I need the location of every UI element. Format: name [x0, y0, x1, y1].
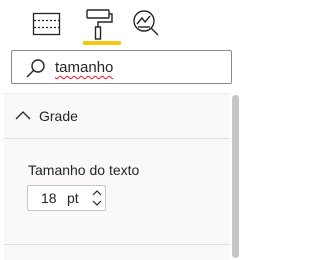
analytics-magnifier-icon: [133, 10, 159, 36]
text-size-value[interactable]: 18: [41, 189, 57, 207]
chevron-up-icon[interactable]: [91, 188, 103, 198]
search-box[interactable]: tamanho: [11, 50, 232, 84]
section-header-grade[interactable]: Grade: [4, 94, 230, 138]
chevron-up-icon: [15, 111, 31, 120]
chevron-down-icon[interactable]: [91, 198, 103, 208]
search-icon: [26, 59, 45, 78]
divider: [4, 138, 230, 139]
tab-format[interactable]: [77, 4, 117, 44]
tab-fields[interactable]: [26, 4, 66, 44]
format-panel: Grade Tamanho do texto 18 pt: [4, 93, 230, 260]
text-size-stepper[interactable]: 18 pt: [27, 185, 106, 211]
visualization-tabs: [0, 0, 244, 48]
selected-tab-indicator: [83, 41, 121, 45]
text-size-unit: pt: [67, 190, 79, 206]
section-title: Grade: [39, 108, 78, 124]
text-size-label: Tamanho do texto: [28, 162, 140, 178]
scrollbar[interactable]: [231, 93, 241, 260]
search-input[interactable]: tamanho: [55, 58, 225, 78]
divider: [4, 244, 230, 245]
table-fields-icon: [32, 12, 61, 36]
paint-roller-icon: [86, 9, 113, 40]
tab-analytics[interactable]: [126, 4, 166, 44]
scrollbar-thumb[interactable]: [232, 95, 239, 258]
